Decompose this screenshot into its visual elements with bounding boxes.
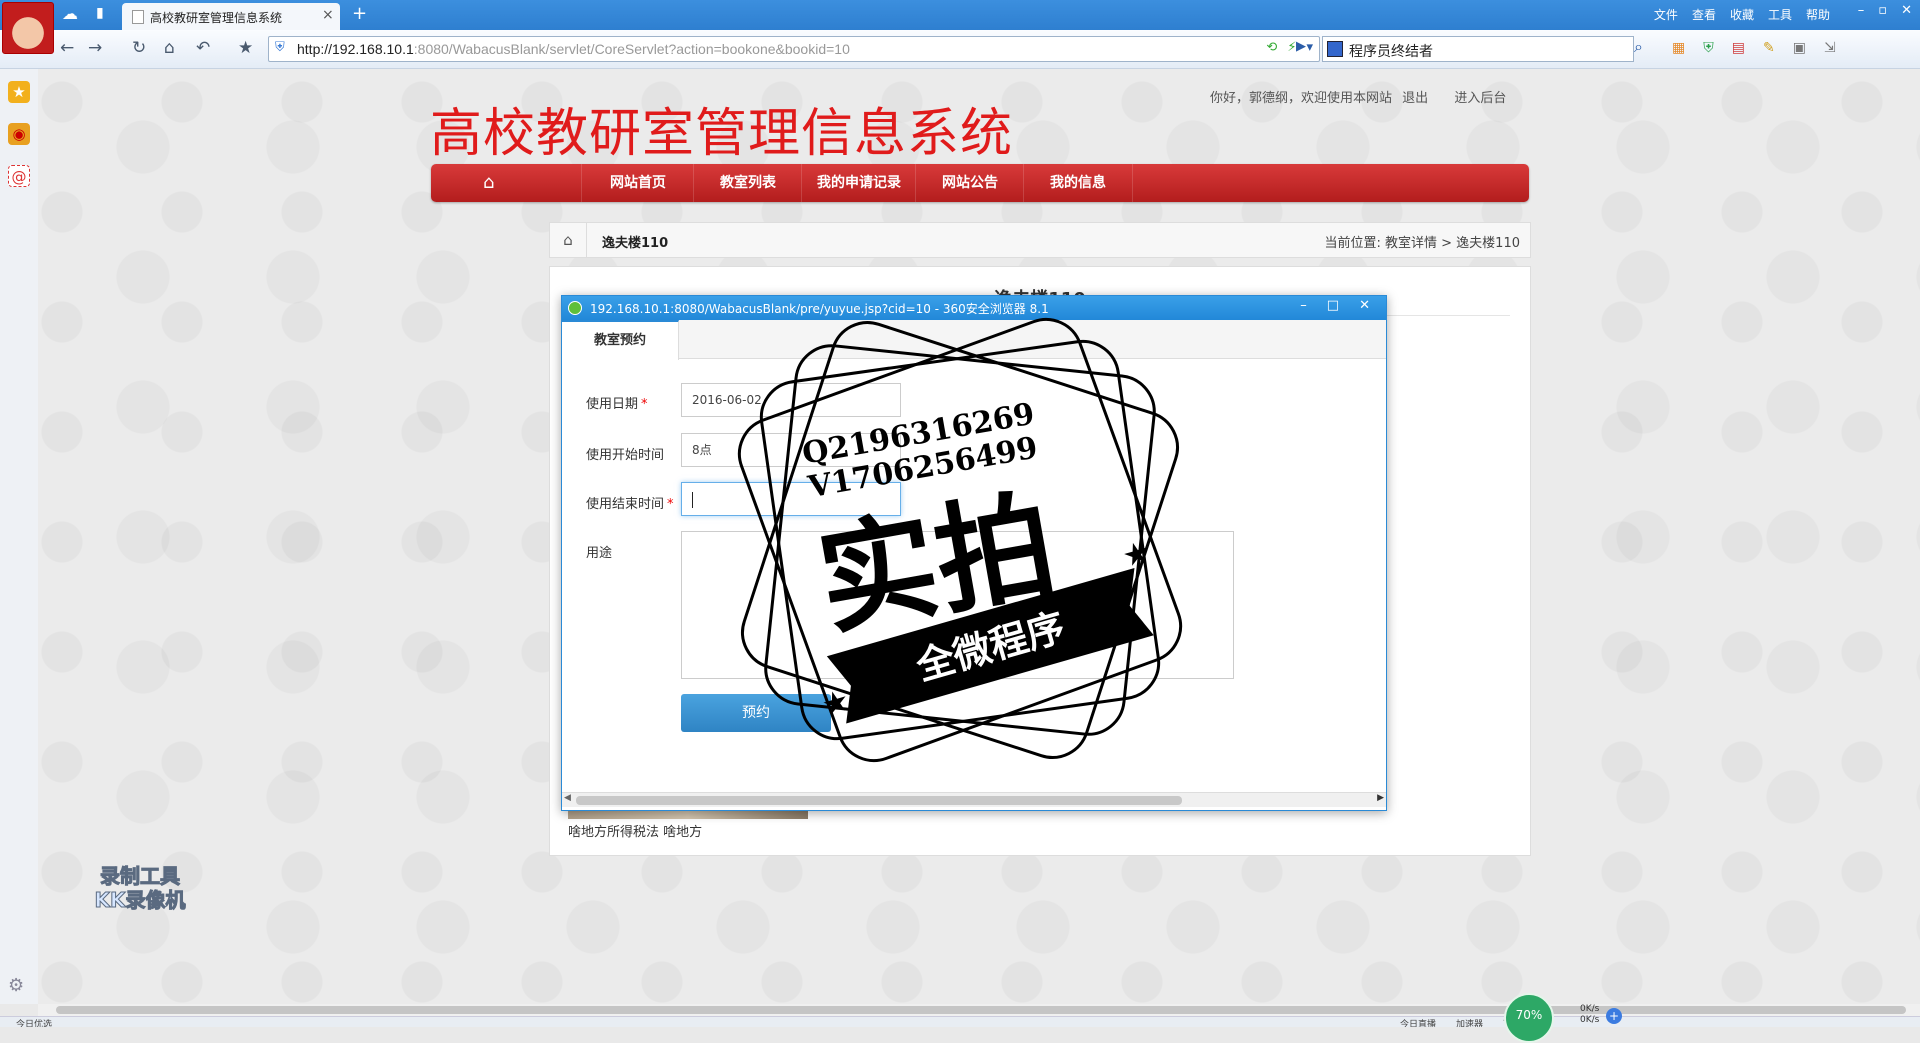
main-nav: ⌂ 网站首页 教室列表 我的申请记录 网站公告 我的信息	[431, 164, 1529, 202]
phone-icon[interactable]: ▮	[96, 5, 108, 23]
search-engine-icon[interactable]	[1327, 41, 1343, 57]
chevron-down-icon[interactable]: ▾	[1306, 40, 1313, 55]
refresh-icon[interactable]: ↻	[132, 38, 146, 58]
purpose-label: 用途	[586, 546, 613, 561]
forward-icon[interactable]: →	[88, 38, 102, 58]
scroll-right-icon[interactable]: ▶	[1377, 793, 1384, 803]
undo-icon[interactable]: ↶	[196, 38, 210, 58]
address-bar[interactable]: ⛨ http://192.168.10.1:8080/WabacusBlank/…	[268, 36, 1320, 62]
security-shield-icon: ⛨	[275, 40, 285, 55]
welcome-text: 你好，郭德纲，欢迎使用本网站	[1210, 91, 1393, 106]
gear-icon[interactable]: ⚙	[8, 975, 24, 996]
mail-icon[interactable]: @	[8, 165, 30, 187]
weibo-icon[interactable]: ◉	[8, 123, 30, 145]
home-icon[interactable]: ⌂	[483, 172, 494, 193]
compat-icon[interactable]: ⟲	[1266, 40, 1277, 55]
menu-tools[interactable]: 工具	[1768, 6, 1792, 23]
date-label: 使用日期 *	[586, 397, 648, 412]
popup-minimize-button[interactable]: –	[1300, 298, 1307, 313]
recorder-watermark: 录制工具 KK录像机	[94, 864, 186, 913]
end-time-label: 使用结束时间 *	[586, 497, 674, 512]
status-bar: 今日优选 今日直播 加速器 下载	[0, 1016, 1920, 1027]
apps-icon[interactable]: ▦	[1672, 40, 1685, 56]
star-icon[interactable]: ★	[238, 38, 253, 58]
close-window-button[interactable]: ✕	[1901, 3, 1912, 18]
search-icon[interactable]: ⌕	[1634, 37, 1660, 61]
reserve-button[interactable]: 预约	[681, 694, 831, 732]
screenshot-icon[interactable]: ▣	[1793, 40, 1806, 56]
site-title: 高校教研室管理信息系统	[430, 104, 1014, 164]
browser-tab-bar: ☁ ▮ 高校教研室管理信息系统 × + 文件 查看 收藏 工具 帮助 – ▫ ✕	[0, 0, 1920, 30]
breadcrumb: ⌂ 逸夫楼110 当前位置: 教室详情 > 逸夫楼110	[549, 222, 1531, 258]
sidebar-toggle-icon[interactable]: ⇲	[1824, 40, 1836, 56]
menu-favorites[interactable]: 收藏	[1730, 6, 1754, 23]
scrollbar-thumb[interactable]	[56, 1006, 1906, 1014]
restore-button[interactable]: ▫	[1878, 3, 1887, 18]
close-tab-icon[interactable]: ×	[322, 7, 334, 23]
logout-link[interactable]: 退出	[1402, 91, 1428, 106]
reservation-popup-window: 192.168.10.1:8080/WabacusBlank/pre/yuyue…	[561, 295, 1387, 811]
user-avatar[interactable]	[2, 2, 54, 54]
nav-my-info[interactable]: 我的信息	[1023, 164, 1133, 202]
nav-home-page[interactable]: 网站首页	[581, 164, 694, 202]
back-icon[interactable]: ←	[60, 38, 74, 58]
browser-tab[interactable]: 高校教研室管理信息系统 ×	[122, 3, 340, 30]
window-controls: – ▫ ✕	[1858, 3, 1912, 18]
scroll-left-icon[interactable]: ◀	[564, 793, 571, 803]
nav-classroom-list[interactable]: 教室列表	[693, 164, 802, 202]
scrollbar-thumb[interactable]	[576, 796, 1182, 805]
welcome-bar: 你好，郭德纲，欢迎使用本网站 退出 进入后台	[1210, 87, 1512, 106]
page-icon	[132, 10, 144, 24]
reader-icon[interactable]: ▤	[1732, 40, 1745, 56]
cloud-icon[interactable]: ☁	[62, 6, 82, 22]
tab-title: 高校教研室管理信息系统	[150, 11, 283, 25]
guard-icon[interactable]: ⛨	[1703, 40, 1714, 56]
date-field[interactable]: 2016-06-02	[681, 383, 901, 417]
minimize-button[interactable]: –	[1858, 3, 1865, 18]
popup-title: 192.168.10.1:8080/WabacusBlank/pre/yuyue…	[590, 302, 1049, 316]
end-time-field[interactable]	[681, 482, 901, 516]
boost-icon[interactable]: +	[1606, 1008, 1622, 1024]
nav-announcements[interactable]: 网站公告	[915, 164, 1024, 202]
start-time-label: 使用开始时间	[586, 448, 665, 463]
search-value: 程序员终结者	[1349, 44, 1433, 60]
tab-classroom-reservation[interactable]: 教室预约	[562, 320, 679, 360]
new-tab-button[interactable]: +	[352, 4, 367, 24]
browser-logo-icon	[568, 301, 582, 315]
url-text: http://192.168.10.1:8080/WabacusBlank/se…	[297, 41, 850, 57]
text-caret	[692, 491, 693, 508]
tools-icon[interactable]: ✎	[1763, 40, 1775, 56]
popup-maximize-button[interactable]: □	[1327, 298, 1339, 313]
start-time-field[interactable]: 8点	[681, 433, 901, 467]
popup-tab-strip: 教室预约	[562, 320, 1386, 360]
menu-view[interactable]: 查看	[1692, 6, 1716, 23]
popup-close-button[interactable]: ✕	[1359, 298, 1370, 313]
browser-menu: 文件 查看 收藏 工具 帮助	[1654, 6, 1830, 23]
admin-link[interactable]: 进入后台	[1454, 91, 1506, 106]
search-input[interactable]: 程序员终结者	[1322, 36, 1634, 62]
menu-file[interactable]: 文件	[1654, 6, 1678, 23]
home-icon[interactable]: ⌂	[164, 38, 175, 58]
browser-toolbar: ← → ↻ ⌂ ↶ ★ ⛨ http://192.168.10.1:8080/W…	[0, 30, 1920, 69]
popup-titlebar[interactable]: 192.168.10.1:8080/WabacusBlank/pre/yuyue…	[562, 296, 1386, 320]
current-location: 当前位置: 教室详情 > 逸夫楼110	[1324, 236, 1520, 251]
page-horizontal-scrollbar[interactable]	[38, 1004, 1920, 1016]
breadcrumb-home-icon[interactable]: ⌂	[550, 223, 587, 257]
browser-sidebar: ★ ◉ @ ⚙	[0, 69, 39, 1004]
room-description: 啥地方所得税法 啥地方	[568, 825, 703, 840]
network-gauge[interactable]: 70%	[1504, 993, 1554, 1043]
horizontal-scrollbar[interactable]: ◀ ▶	[562, 792, 1386, 807]
network-speed: 0K/s 0K/s	[1580, 1004, 1600, 1025]
nav-my-applications[interactable]: 我的申请记录	[801, 164, 916, 202]
breadcrumb-current: 逸夫楼110	[602, 236, 669, 251]
purpose-textarea[interactable]	[681, 531, 1234, 679]
favorites-icon[interactable]: ★	[8, 81, 30, 103]
menu-help[interactable]: 帮助	[1806, 6, 1830, 23]
go-icon[interactable]: ▶	[1296, 39, 1306, 54]
